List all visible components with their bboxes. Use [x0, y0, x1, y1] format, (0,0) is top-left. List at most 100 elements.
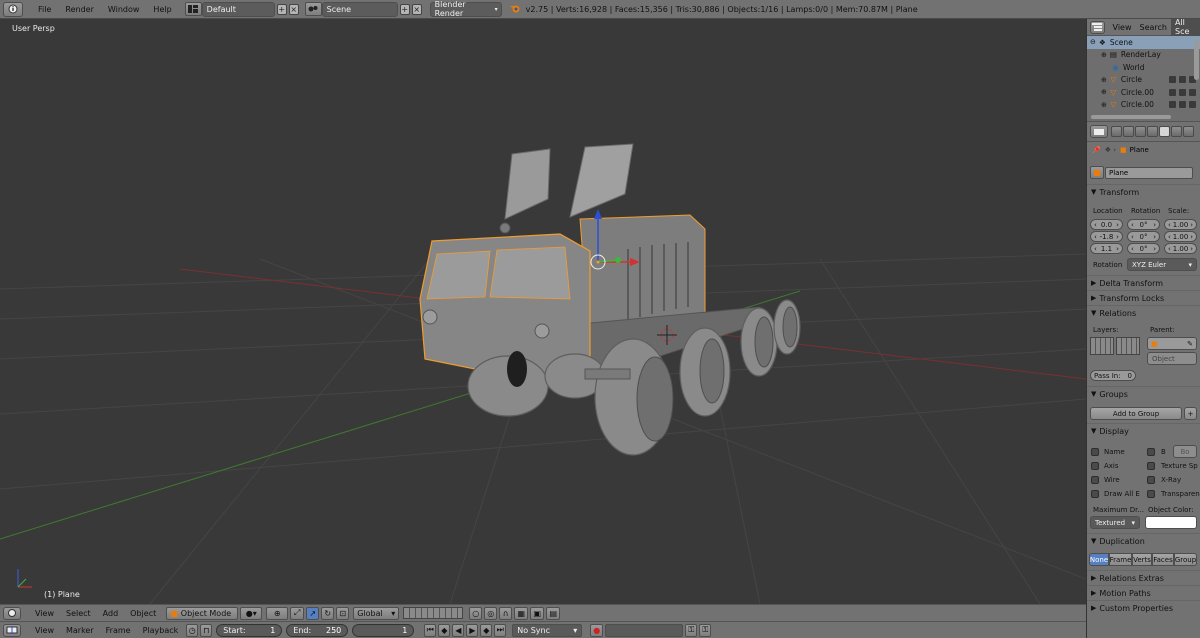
custom-properties-panel-header[interactable]: ▶ Custom Properties [1087, 600, 1200, 615]
scene-field[interactable]: Scene [321, 1, 398, 17]
outliner-item-scene[interactable]: ⊖ ❖ Scene [1087, 36, 1200, 49]
screen-layout-field[interactable]: Default [201, 1, 275, 17]
outliner-menu-view[interactable]: View [1113, 23, 1132, 32]
max-draw-type-select[interactable]: Textured ▾ [1090, 516, 1140, 529]
outliner-item-circle-001[interactable]: ⊕ ▽ Circle.00 [1087, 86, 1200, 99]
rotation-mode-select[interactable]: XYZ Euler ▾ [1127, 258, 1197, 271]
cursor-icon[interactable] [1179, 76, 1186, 84]
camera-icon[interactable] [1189, 101, 1196, 109]
visibility-toggles[interactable] [1169, 76, 1196, 84]
truck-model[interactable] [419, 143, 801, 456]
jump-end-button[interactable]: ⏭ [494, 623, 507, 637]
opengl-render-button[interactable]: ▣ [530, 606, 545, 620]
layers-grid-b[interactable] [1116, 337, 1140, 355]
outliner-item-world[interactable]: ◉ World [1087, 61, 1200, 74]
parent-type-select[interactable]: Object [1147, 352, 1197, 365]
start-frame-field[interactable]: Start: 1 [216, 623, 283, 637]
translate-toggle[interactable]: ↗ [306, 606, 320, 620]
transform-locks-panel-header[interactable]: ▶ Transform Locks [1087, 290, 1200, 305]
scale-x-field[interactable]: ‹ 1.00 › [1164, 219, 1197, 230]
menu-file[interactable]: File [31, 5, 58, 14]
rotate-toggle[interactable]: ↻ [321, 606, 335, 620]
outliner-h-scrollbar[interactable] [1091, 115, 1171, 119]
cursor-icon[interactable] [1179, 88, 1186, 96]
auto-keying-button[interactable]: ● [590, 623, 604, 637]
transparent-checkbox[interactable] [1147, 490, 1155, 498]
orientation-select[interactable]: Global ▾ [353, 606, 400, 620]
transform-panel-header[interactable]: ▼ Transform [1087, 184, 1200, 199]
lock-camera-button[interactable]: ○ [469, 606, 483, 620]
duplication-frames[interactable]: Frame [1109, 553, 1132, 566]
location-x-field[interactable]: ‹ 0.0 › [1090, 219, 1123, 230]
relations-panel-header[interactable]: ▼ Relations [1087, 305, 1200, 320]
jump-start-button[interactable]: ⏮ [424, 623, 437, 637]
editor-type-button[interactable] [3, 623, 21, 637]
insert-keyframe-button[interactable]: ⚿ [685, 623, 698, 637]
eyedropper-icon[interactable]: ✎ [1187, 340, 1193, 348]
current-frame-field[interactable]: 1 [352, 623, 415, 637]
duplication-faces[interactable]: Faces [1152, 553, 1174, 566]
rotation-z-field[interactable]: ‹ 0° › [1127, 243, 1160, 254]
bounds-type-select[interactable]: Bo [1173, 445, 1197, 458]
cursor-icon[interactable] [1179, 101, 1186, 109]
end-frame-field[interactable]: End: 250 [286, 623, 349, 637]
menu-help[interactable]: Help [146, 5, 178, 14]
duplication-group[interactable]: Group [1174, 553, 1197, 566]
name-checkbox[interactable] [1091, 448, 1099, 456]
proportional-edit-button[interactable]: ◎ [484, 606, 498, 620]
prev-keyframe-button[interactable]: ◆ [438, 623, 451, 637]
outliner-item-circle-002[interactable]: ⊕ ▽ Circle.00 [1087, 99, 1200, 112]
layers-grid[interactable] [403, 607, 464, 619]
motion-paths-panel-header[interactable]: ▶ Motion Paths [1087, 585, 1200, 600]
location-z-field[interactable]: ‹ 1.1 › [1090, 243, 1123, 254]
menu-frame[interactable]: Frame [100, 626, 137, 635]
sync-select[interactable]: No Sync ▾ [512, 623, 583, 637]
modifiers-tab-icon[interactable] [1183, 126, 1194, 137]
duplication-verts[interactable]: Verts [1132, 553, 1152, 566]
menu-object[interactable]: Object [124, 609, 162, 618]
xray-checkbox[interactable] [1147, 476, 1155, 484]
next-keyframe-button[interactable]: ◆ [480, 623, 493, 637]
visibility-toggles[interactable] [1169, 101, 1196, 109]
editor-type-button[interactable] [3, 1, 23, 17]
world-tab-icon[interactable] [1147, 126, 1158, 137]
opengl-anim-button[interactable]: ▤ [546, 606, 561, 620]
relations-extras-panel-header[interactable]: ▶ Relations Extras [1087, 570, 1200, 585]
eye-icon[interactable] [1169, 76, 1176, 84]
axis-checkbox[interactable] [1091, 462, 1099, 470]
constraints-tab-icon[interactable] [1171, 126, 1182, 137]
add-group-plus-button[interactable]: + [1184, 407, 1197, 420]
mode-select[interactable]: ■ Object Mode [166, 606, 239, 620]
snap-toggle[interactable]: ∩ [499, 606, 513, 620]
editor-type-button[interactable] [1090, 125, 1108, 138]
pass-index-field[interactable]: Pass In: 0 [1090, 370, 1136, 381]
location-y-field[interactable]: ‹ -1.8 › [1090, 231, 1123, 242]
screen-layout-icon[interactable] [184, 2, 202, 16]
menu-view[interactable]: View [29, 609, 60, 618]
menu-window[interactable]: Window [101, 5, 147, 14]
menu-marker[interactable]: Marker [60, 626, 100, 635]
rotation-y-field[interactable]: ‹ 0° › [1127, 231, 1160, 242]
draw-all-edges-checkbox[interactable] [1091, 490, 1099, 498]
scene-tab-icon[interactable] [1135, 126, 1146, 137]
render-tab-icon[interactable] [1111, 126, 1122, 137]
editor-type-button[interactable] [1090, 20, 1105, 34]
play-reverse-button[interactable]: ◀ [452, 623, 465, 637]
object-color-swatch[interactable] [1145, 516, 1197, 529]
pin-icon[interactable]: 📌 [1092, 146, 1101, 154]
outliner-scrollbar[interactable] [1194, 40, 1199, 80]
manipulator-toggle[interactable]: ⤢ [290, 606, 305, 620]
duplication-none[interactable]: None [1089, 553, 1109, 566]
remove-layout-button[interactable]: × [288, 3, 299, 15]
menu-render[interactable]: Render [58, 5, 100, 14]
scale-z-field[interactable]: ‹ 1.00 › [1164, 243, 1197, 254]
add-to-group-button[interactable]: Add to Group [1090, 407, 1182, 420]
parent-field[interactable]: ■ ✎ [1147, 337, 1197, 350]
scene-icon[interactable] [304, 2, 322, 16]
scale-toggle[interactable]: ⊡ [336, 606, 350, 620]
scale-y-field[interactable]: ‹ 1.00 › [1164, 231, 1197, 242]
visibility-toggles[interactable] [1169, 88, 1196, 96]
3d-viewport[interactable]: User Persp (1) Plane [0, 19, 1086, 604]
display-panel-header[interactable]: ▼ Display [1087, 423, 1200, 438]
bounds-checkbox[interactable] [1147, 448, 1155, 456]
